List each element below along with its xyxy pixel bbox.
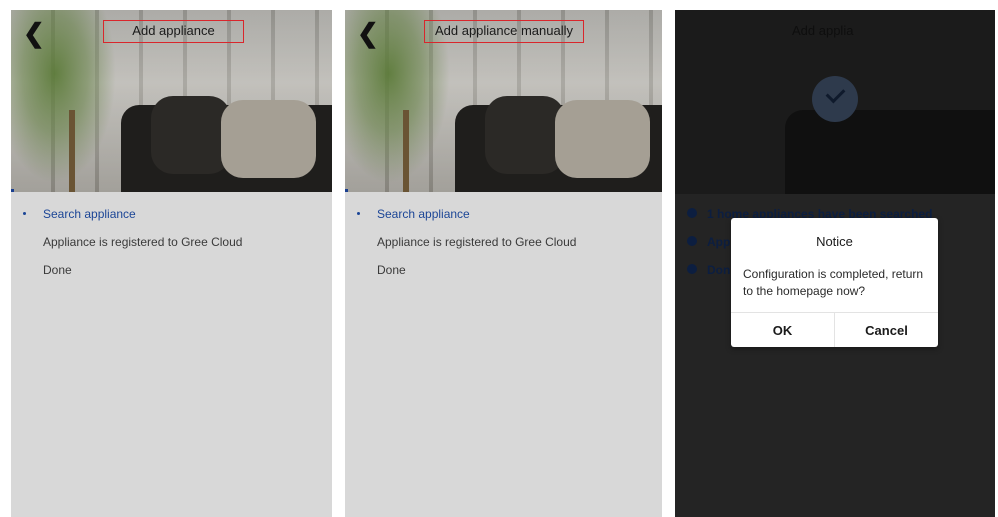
- hero-plant-stem: [403, 110, 409, 192]
- dialog-message: Configuration is completed, return to th…: [743, 267, 924, 298]
- step-dot: [687, 264, 697, 274]
- step-done: Done: [345, 262, 662, 290]
- page-title: Add appliance manually: [424, 20, 584, 43]
- step-label: Done: [377, 263, 406, 277]
- back-button[interactable]: ❮: [357, 18, 379, 48]
- notice-dialog: Notice Configuration is completed, retur…: [731, 218, 938, 347]
- hero-sofa: [785, 110, 995, 194]
- active-step-dot: [23, 212, 26, 215]
- page-title: Add applia: [792, 23, 854, 38]
- chevron-left-icon: ❮: [23, 18, 45, 48]
- step-search-appliance: Search appliance: [345, 206, 662, 234]
- add-appliance-manually-screen: ❮ Add appliance manually Search applianc…: [345, 10, 662, 517]
- hero-plant-stem: [69, 110, 75, 192]
- progress-indicator: [345, 189, 348, 192]
- dialog-title: Notice: [816, 234, 853, 249]
- dialog-actions: OK Cancel: [731, 312, 938, 347]
- step-label: Appliance is registered to Gree Cloud: [43, 235, 243, 249]
- page-title: Add appliance: [103, 20, 244, 43]
- hero-pillow: [555, 100, 650, 178]
- step-label: Search appliance: [377, 207, 470, 221]
- ok-button[interactable]: OK: [731, 313, 834, 347]
- step-label: Search appliance: [43, 207, 136, 221]
- step-label: Don: [707, 263, 731, 277]
- step-label: Done: [43, 263, 72, 277]
- hero-pillow: [485, 96, 565, 174]
- checkmark-icon: [812, 76, 858, 122]
- hero-pillow: [221, 100, 316, 178]
- cancel-button[interactable]: Cancel: [834, 313, 938, 347]
- chevron-left-icon: ❮: [357, 18, 379, 48]
- step-done: Done: [11, 262, 332, 290]
- step-dot: [687, 236, 697, 246]
- progress-indicator: [11, 189, 14, 192]
- step-registered-gree-cloud: Appliance is registered to Gree Cloud: [11, 234, 332, 262]
- step-registered-gree-cloud: Appliance is registered to Gree Cloud: [345, 234, 662, 262]
- step-list: Search appliance Appliance is registered…: [345, 206, 662, 290]
- step-search-appliance: Search appliance: [11, 206, 332, 234]
- hero-pillow: [151, 96, 231, 174]
- add-appliance-screen: ❮ Add appliance Search appliance Applian…: [11, 10, 332, 517]
- step-label: Appliance is registered to Gree Cloud: [377, 235, 577, 249]
- step-dot: [687, 208, 697, 218]
- back-button[interactable]: ❮: [23, 18, 45, 48]
- step-list: Search appliance Appliance is registered…: [11, 206, 332, 290]
- active-step-dot: [357, 212, 360, 215]
- configuration-complete-screen: Add applia 1 home appliances have been s…: [675, 10, 995, 517]
